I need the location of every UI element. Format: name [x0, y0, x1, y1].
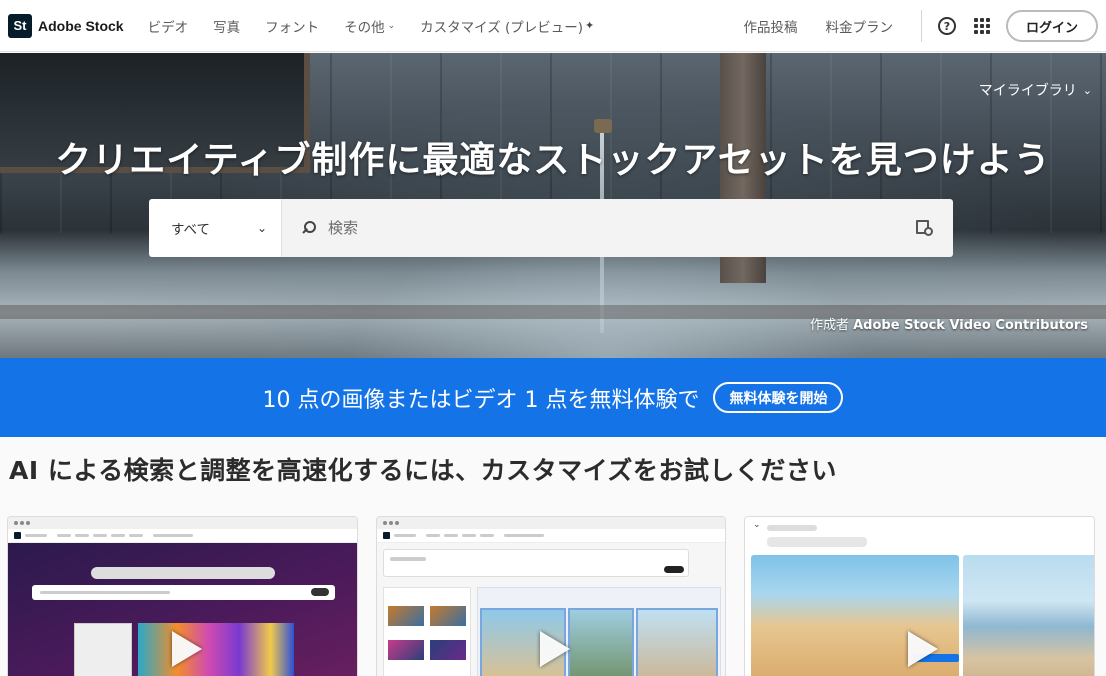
free-trial-text: 10 点の画像またはビデオ 1 点を無料体験で [262, 387, 700, 413]
hero-title: クリエイティブ制作に最適なストックアセットを見つけよう [55, 140, 1051, 181]
search-input[interactable] [328, 219, 888, 237]
play-icon[interactable] [540, 631, 570, 667]
customize-card-filter[interactable] [376, 516, 726, 676]
free-trial-banner: 10 点の画像またはビデオ 1 点を無料体験で 無料体験を開始 [0, 358, 1106, 437]
credit-prefix: 作成者 [809, 318, 849, 333]
nav-photos[interactable]: 写真 [213, 16, 240, 36]
chevron-down-icon: ⌄ [256, 221, 267, 235]
search-icon [302, 221, 316, 235]
customize-card-search[interactable] [7, 516, 358, 676]
nav-contribute[interactable]: 作品投稿 [743, 16, 797, 36]
nav-customize[interactable]: カスタマイズ (プレビュー) ✦ [420, 16, 594, 36]
customize-card-adjust[interactable]: ⌄ [744, 516, 1095, 676]
my-library-label: マイライブラリ [978, 83, 1077, 99]
play-icon[interactable] [908, 631, 938, 667]
search-bar: すべて ⌄ [149, 199, 953, 257]
search-scope-select[interactable]: すべて ⌄ [149, 199, 282, 257]
adobe-stock-logo: St [8, 13, 32, 38]
mini-nav [8, 529, 357, 543]
apps-grid-icon[interactable] [973, 18, 990, 34]
nav-more[interactable]: その他 ⌄ [344, 16, 395, 36]
my-library-dropdown[interactable]: マイライブラリ ⌄ [979, 80, 1092, 100]
nav-fonts[interactable]: フォント [265, 16, 319, 36]
sparkle-icon: ✦ [585, 19, 595, 32]
nav-pricing[interactable]: 料金プラン [825, 16, 893, 36]
nav-video[interactable]: ビデオ [148, 16, 189, 36]
window-dots [377, 517, 725, 529]
chevron-down-icon: ⌄ [753, 520, 761, 530]
brand-name: Adobe Stock [38, 17, 124, 34]
mini-nav [377, 529, 725, 543]
search-field [282, 199, 953, 257]
start-free-trial-button[interactable]: 無料体験を開始 [713, 382, 844, 413]
top-nav: St Adobe Stock ビデオ 写真 フォント その他 ⌄ カスタマイズ … [0, 0, 1106, 52]
visual-search-icon[interactable] [915, 219, 933, 237]
nav-divider [920, 10, 922, 42]
login-button[interactable]: ログイン [1005, 10, 1098, 42]
hero-credit: 作成者 Adobe Stock Video Contributors [810, 314, 1088, 333]
search-scope-value: すべて [171, 222, 211, 238]
chevron-down-icon: ⌄ [1082, 83, 1092, 97]
window-dots [8, 517, 357, 529]
credit-name[interactable]: Adobe Stock Video Contributors [853, 318, 1088, 333]
hero-banner: マイライブラリ ⌄ クリエイティブ制作に最適なストックアセットを見つけよう すべ… [0, 53, 1106, 358]
brand-home-link[interactable]: St Adobe Stock [8, 13, 124, 38]
help-icon[interactable]: ? [937, 17, 956, 35]
nav-right: 作品投稿 料金プラン ? ログイン [743, 0, 1106, 52]
nav-more-label: その他 [344, 19, 385, 36]
nav-customize-label: カスタマイズ (プレビュー) [420, 19, 584, 36]
section-title: AI による検索と調整を高速化するには、カスタマイズをお試しください [9, 456, 837, 485]
main-nav: ビデオ 写真 フォント その他 ⌄ カスタマイズ (プレビュー) ✦ [148, 0, 620, 52]
chevron-down-icon: ⌄ [387, 20, 396, 31]
play-icon[interactable] [172, 631, 202, 667]
